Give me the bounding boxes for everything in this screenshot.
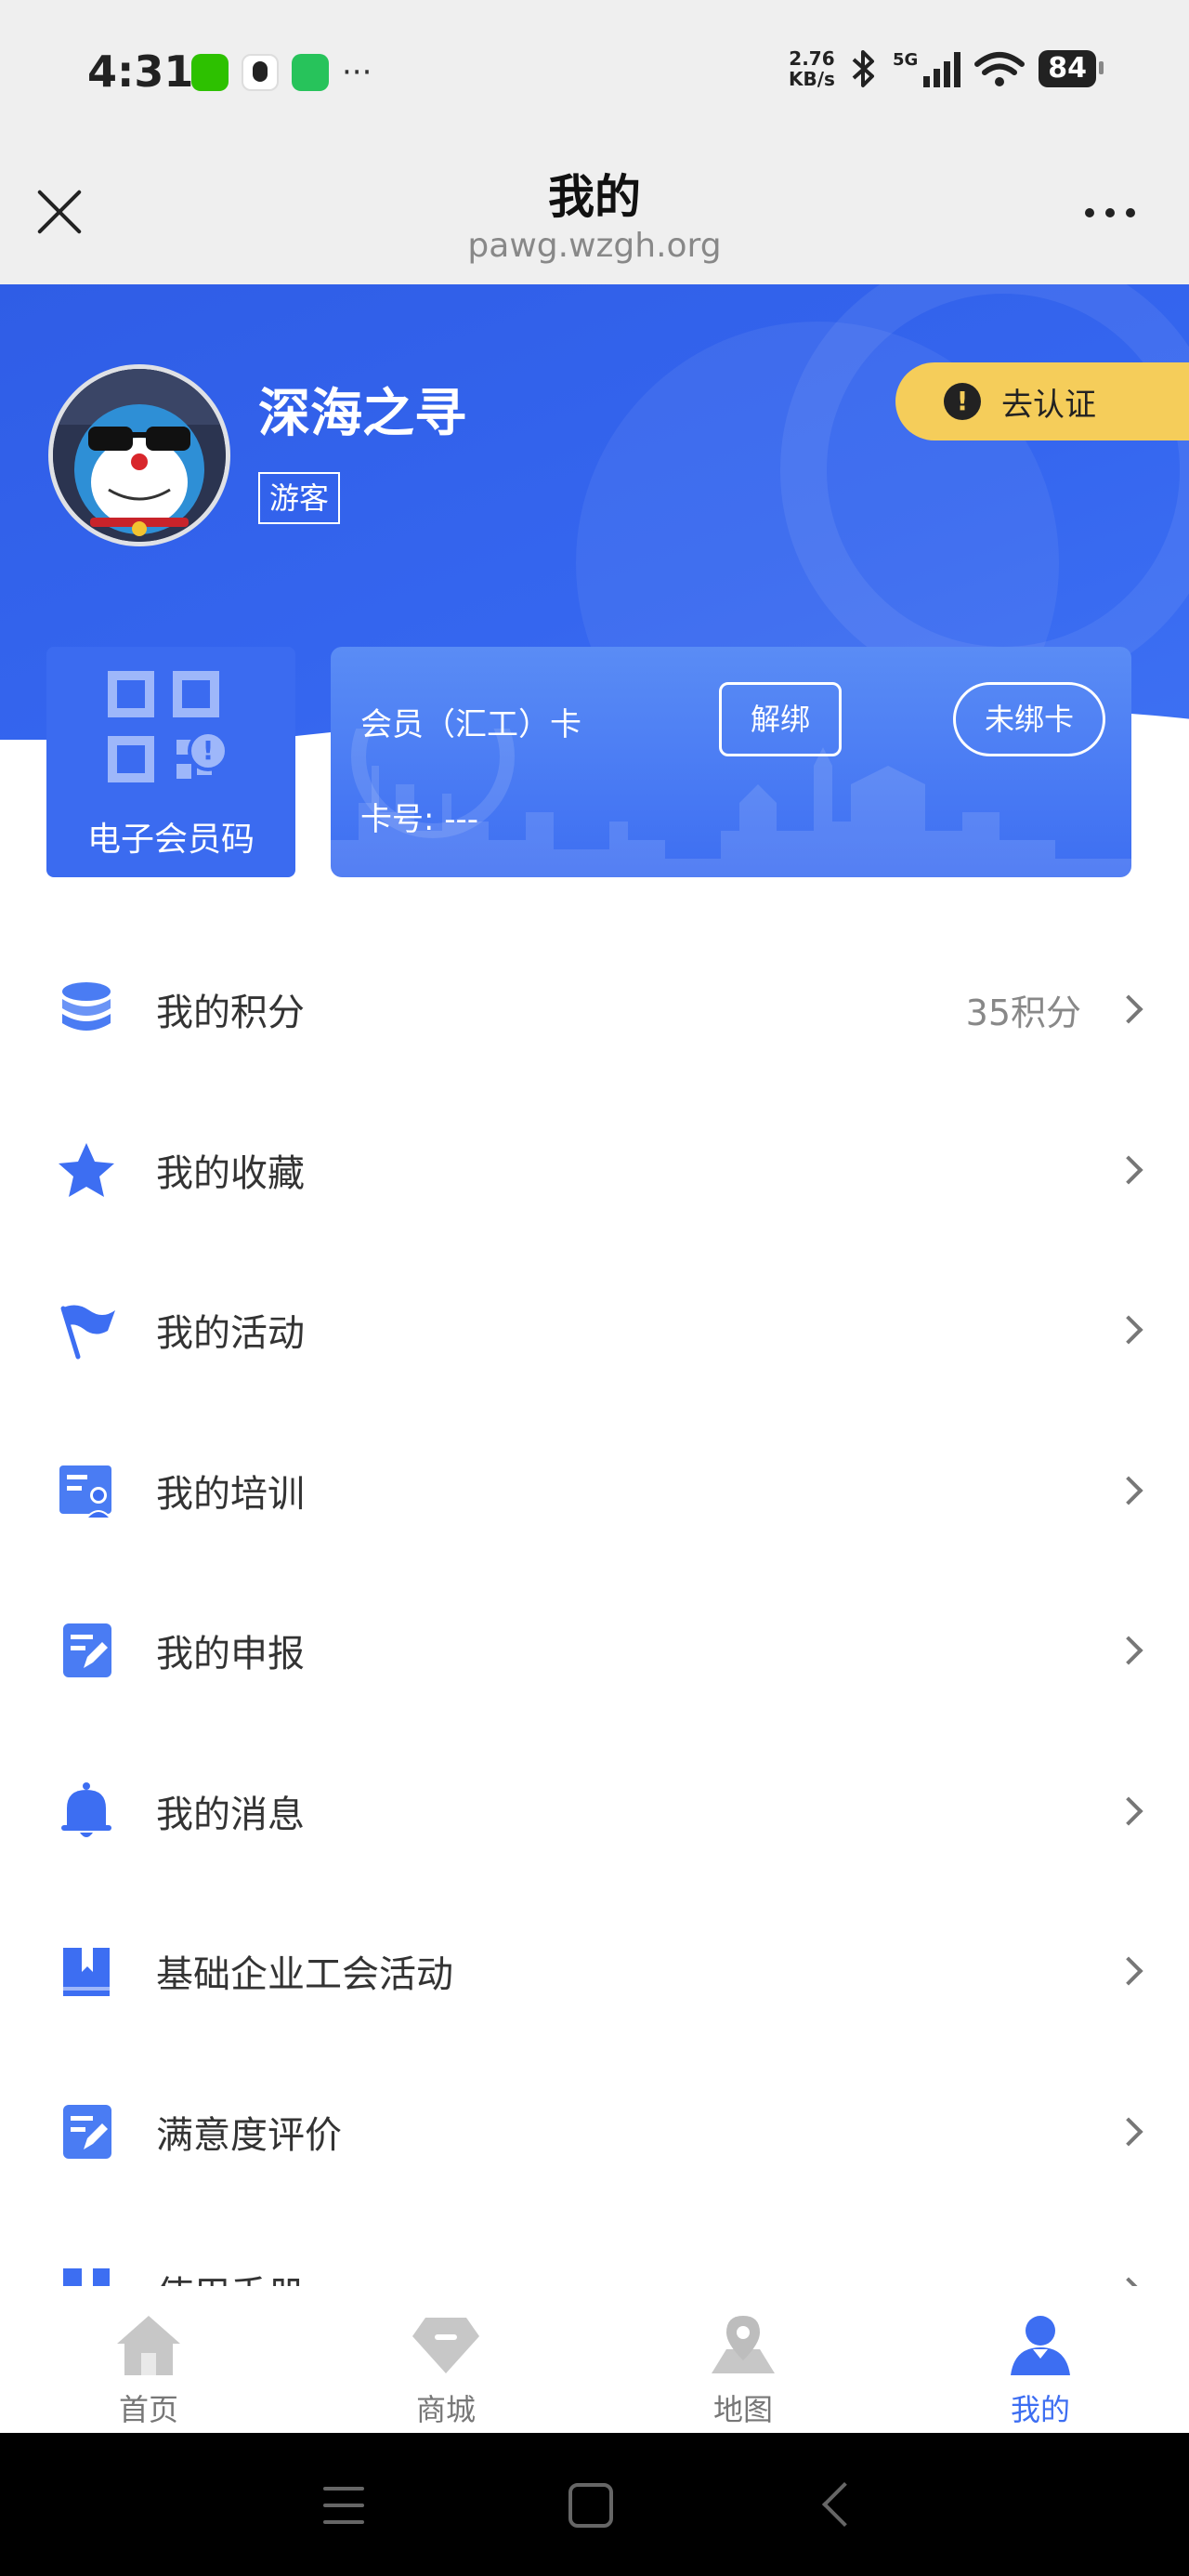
menu-item-label: 我的申报 <box>156 1633 305 1676</box>
messages-icon <box>292 54 329 91</box>
menu-item-favorites[interactable]: 我的收藏 <box>0 1090 1189 1251</box>
menu-item-label: 基础企业工会活动 <box>156 1953 453 1997</box>
qr-card-label: 电子会员码 <box>86 821 255 859</box>
nav-home[interactable]: 首页 <box>0 2286 297 2433</box>
more-options-button[interactable] <box>1085 208 1135 217</box>
menu-item-union-activities[interactable]: 基础企业工会活动 <box>0 1891 1189 2052</box>
chevron-right-icon <box>1114 1796 1143 1826</box>
diamond-icon <box>412 2318 479 2373</box>
member-card-title: 会员（汇工）卡 <box>360 706 581 743</box>
chevron-right-icon <box>1114 1155 1143 1185</box>
nav-label: 地图 <box>712 2392 773 2427</box>
browser-title-bar: 我的 pawg.wzgh.org <box>0 149 1189 284</box>
edit-document-icon <box>63 1623 111 1678</box>
menu-item-satisfaction[interactable]: 满意度评价 <box>0 2052 1189 2213</box>
bell-icon <box>61 1781 111 1837</box>
network-type: 5G <box>892 50 919 70</box>
menu-item-label: 我的培训 <box>156 1472 305 1516</box>
nav-mall[interactable]: 商城 <box>297 2286 594 2433</box>
profile-menu: 我的积分 35积分 我的收藏 我的活动 我的培训 我的申报 我的消息 基础企业工… <box>0 929 1189 2372</box>
menu-item-points[interactable]: 我的积分 35积分 <box>0 929 1189 1090</box>
menu-item-training[interactable]: 我的培训 <box>0 1411 1189 1571</box>
user-icon <box>1011 2316 1070 2375</box>
verify-label: 去认证 <box>1001 386 1096 424</box>
star-icon <box>59 1142 114 1197</box>
recent-apps-button[interactable] <box>323 2487 364 2524</box>
map-pin-icon <box>712 2316 775 2373</box>
menu-item-label: 我的消息 <box>156 1793 305 1836</box>
flag-icon <box>60 1305 115 1360</box>
wechat-icon <box>191 54 229 91</box>
chevron-right-icon <box>1114 1956 1143 1986</box>
battery-indicator: 84 <box>1039 50 1104 87</box>
chevron-right-icon <box>1114 1636 1143 1665</box>
menu-item-declarations[interactable]: 我的申报 <box>0 1571 1189 1731</box>
user-role-badge: 游客 <box>258 472 341 524</box>
nav-map[interactable]: 地图 <box>594 2286 892 2433</box>
alert-icon: ! <box>944 383 981 420</box>
chevron-right-icon <box>1114 1476 1143 1505</box>
more-notifications-icon: ··· <box>342 54 372 91</box>
chevron-right-icon <box>1114 2117 1143 2147</box>
status-app-icons: ··· <box>191 54 372 91</box>
chevron-right-icon <box>1114 994 1143 1024</box>
member-card[interactable]: 会员（汇工）卡 解绑 未绑卡 卡号: --- <box>331 647 1131 877</box>
qq-icon <box>242 54 279 91</box>
status-bar: 4:31 ··· 2.76 KB/s 5G 84 <box>0 0 1189 149</box>
nav-label: 首页 <box>118 2392 178 2427</box>
menu-item-messages[interactable]: 我的消息 <box>0 1731 1189 1892</box>
menu-item-label: 我的活动 <box>156 1312 305 1356</box>
avatar[interactable] <box>48 364 230 546</box>
bluetooth-icon <box>852 50 874 87</box>
home-icon <box>117 2316 180 2375</box>
book-icon <box>63 1948 110 1997</box>
menu-item-label: 满意度评价 <box>156 2113 342 2157</box>
points-value: 35积分 <box>965 992 1081 1033</box>
member-qr-code-card[interactable]: ! 电子会员码 <box>46 647 295 877</box>
menu-item-activities[interactable]: 我的活动 <box>0 1250 1189 1411</box>
system-navigation-bar <box>0 2433 1189 2576</box>
page-title: 我的 <box>548 170 641 224</box>
chevron-right-icon <box>1114 1315 1143 1345</box>
network-speed: 2.76 KB/s <box>789 48 835 89</box>
cellular-signal-icon: 5G <box>892 50 961 87</box>
edit-document-icon <box>63 2104 111 2159</box>
coins-stack-icon <box>62 982 111 1032</box>
nav-label: 我的 <box>1010 2392 1070 2427</box>
nav-label: 商城 <box>415 2392 476 2427</box>
training-icon <box>59 1465 111 1518</box>
qr-warning-icon: ! <box>188 730 229 771</box>
user-name: 深海之寻 <box>258 384 466 444</box>
menu-item-label: 我的积分 <box>156 992 305 1035</box>
page-url: pawg.wzgh.org <box>467 227 722 265</box>
bottom-navigation: 首页 商城 地图 我的 <box>0 2286 1189 2433</box>
network-speed-value: 2.76 <box>789 47 835 70</box>
status-time: 4:31 <box>87 46 194 97</box>
status-indicators: 2.76 KB/s 5G 84 <box>789 48 1104 89</box>
card-number: 卡号: --- <box>360 801 479 838</box>
back-button[interactable] <box>821 2481 868 2528</box>
bind-card-status[interactable]: 未绑卡 <box>953 682 1105 756</box>
network-speed-unit: KB/s <box>788 68 835 90</box>
home-button[interactable] <box>568 2483 613 2528</box>
menu-item-label: 我的收藏 <box>156 1151 305 1195</box>
wifi-icon <box>974 52 1026 86</box>
verify-button[interactable]: ! 去认证 <box>895 362 1189 440</box>
avatar-image <box>53 369 226 542</box>
nav-mine[interactable]: 我的 <box>892 2286 1189 2433</box>
unbind-button[interactable]: 解绑 <box>719 682 842 756</box>
